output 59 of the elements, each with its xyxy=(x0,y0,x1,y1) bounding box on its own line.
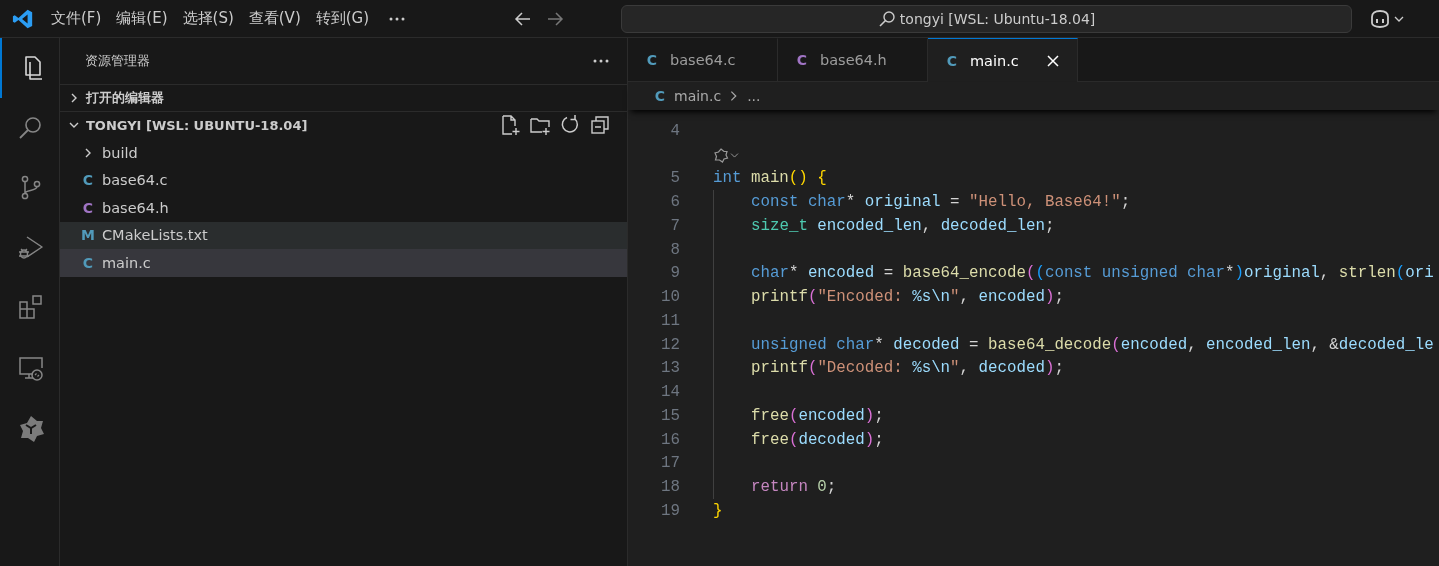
file-type-icon: C xyxy=(652,88,668,104)
file-type-icon: C xyxy=(80,172,96,189)
tree-item[interactable]: base64.h xyxy=(102,199,169,216)
line-number: 15 xyxy=(660,406,680,425)
line-number: 14 xyxy=(660,383,680,402)
line-number: 5 xyxy=(669,169,680,188)
line-number: 9 xyxy=(669,264,680,283)
menu-item[interactable]: 转到(G) xyxy=(308,5,377,32)
section-header[interactable]: 打开的编辑器 xyxy=(86,89,627,107)
line-number: 18 xyxy=(660,478,680,497)
code-line: printf("Encoded: %s\n", encoded); xyxy=(751,288,1064,307)
collapse-all-icon[interactable] xyxy=(589,114,611,136)
sidebar-title: 资源管理器 xyxy=(85,52,150,70)
file-type-icon: C xyxy=(80,199,96,216)
search-icon xyxy=(877,9,896,28)
command-center[interactable]: tongyi [WSL: Ubuntu-18.04] xyxy=(621,4,1353,33)
menu-item[interactable]: 文件(F) xyxy=(44,5,109,32)
line-number: 10 xyxy=(660,288,680,307)
code-line: free(encoded); xyxy=(751,406,884,425)
code-line: size_t encoded_len, decoded_len; xyxy=(751,216,1055,235)
line-number: 6 xyxy=(669,193,680,212)
tree-item[interactable]: build xyxy=(102,144,138,161)
refresh-icon[interactable] xyxy=(559,114,581,136)
line-number: 8 xyxy=(669,240,680,259)
file-type-icon: M xyxy=(80,227,96,244)
code-line: free(decoded); xyxy=(751,430,884,449)
code-line: printf("Decoded: %s\n", decoded); xyxy=(751,359,1064,378)
breadcrumb-item[interactable]: ... xyxy=(747,88,761,104)
line-number: 17 xyxy=(660,454,680,473)
line-number: 11 xyxy=(660,311,680,330)
code-line: char* encoded = base64_encode((const unsigned char*)original, strlen(ori xyxy=(751,264,1434,283)
breadcrumb-item[interactable]: main.c xyxy=(674,88,722,104)
file-type-icon: C xyxy=(944,52,960,69)
code-line: } xyxy=(713,501,723,520)
menu-item[interactable]: 编辑(E) xyxy=(109,5,175,32)
code-line: int main() { xyxy=(713,169,827,188)
tree-item[interactable]: main.c xyxy=(102,254,151,271)
line-number: 13 xyxy=(660,359,680,378)
line-number: 4 xyxy=(669,121,680,140)
tree-item[interactable]: base64.c xyxy=(102,172,168,189)
code-line: const char* original = "Hello, Base64!"; xyxy=(751,193,1131,212)
editor-tab[interactable]: C main.c xyxy=(928,38,1078,82)
section-header[interactable]: TONGYI [WSL: UBUNTU-18.04] xyxy=(86,117,495,133)
menu-item[interactable]: 查看(V) xyxy=(241,5,308,32)
line-number: 19 xyxy=(660,501,680,520)
close-icon[interactable] xyxy=(1045,52,1061,69)
line-number: 16 xyxy=(660,430,680,449)
menu-item[interactable]: 选择(S) xyxy=(175,5,241,32)
file-type-icon: C xyxy=(644,52,660,68)
new-file-icon[interactable] xyxy=(499,114,521,136)
code-line: unsigned char* decoded = base64_decode(encoded, encoded_len, &decoded_le xyxy=(751,335,1434,354)
line-number: 12 xyxy=(660,335,680,354)
app-logo-icon xyxy=(12,7,34,30)
line-number: 7 xyxy=(669,216,680,235)
file-type-icon: C xyxy=(794,52,810,68)
file-type-icon: C xyxy=(80,254,96,271)
codelens-icon[interactable] xyxy=(713,146,740,163)
tree-item[interactable]: CMakeLists.txt xyxy=(102,227,208,244)
code-line: return 0; xyxy=(751,478,837,497)
